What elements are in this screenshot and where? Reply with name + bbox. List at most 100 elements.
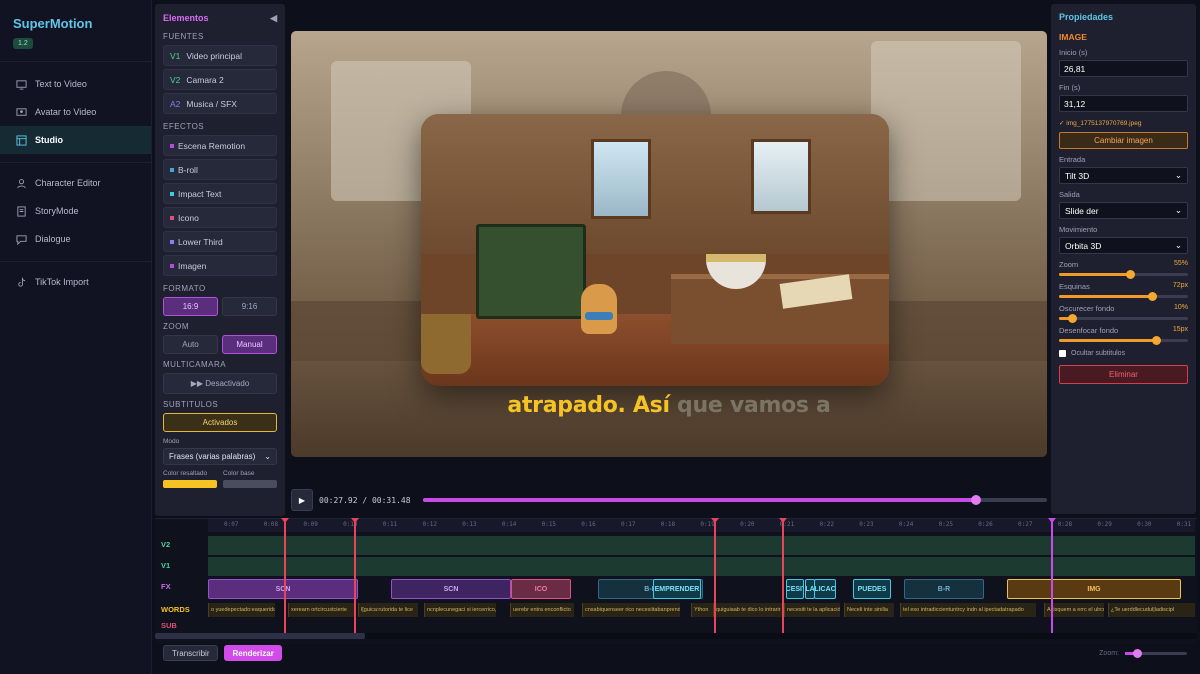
word-chip[interactable]: Asisquem a errc el ulrculo [1044, 603, 1104, 617]
effect-lower-third[interactable]: Lower Third [163, 231, 277, 252]
slider-handle[interactable] [1147, 292, 1157, 301]
fx-clip[interactable]: B-R [904, 579, 984, 599]
nav-item-storymode[interactable]: StoryMode [0, 197, 151, 225]
playhead-handle[interactable] [971, 495, 982, 505]
nav-item-avatar-to-video[interactable]: Avatar to Video [0, 98, 151, 126]
effect-icono[interactable]: Icono [163, 207, 277, 228]
slider-label: Zoom [1059, 260, 1079, 269]
nav-item-dialogue[interactable]: Dialogue [0, 225, 151, 253]
checkbox-box[interactable] [1059, 350, 1066, 357]
slider-handle[interactable] [1125, 270, 1135, 279]
lane-label-fx: FX [161, 582, 171, 591]
zoom-auto-button[interactable]: Auto [163, 335, 218, 354]
inicio-input[interactable]: 26,81 [1059, 60, 1188, 77]
fx-clip[interactable]: PUEDES [853, 579, 891, 599]
source-v2[interactable]: V2 Camara 2 [163, 69, 277, 90]
timeline-scrollbar[interactable] [155, 633, 1197, 639]
marker-handle-icon[interactable] [779, 518, 787, 523]
scrollbar-thumb[interactable] [155, 633, 365, 639]
effect-escena-remotion[interactable]: Escena Remotion [163, 135, 277, 156]
effect-impact-text[interactable]: Impact Text [163, 183, 277, 204]
word-chip[interactable]: ncnplecunegaci si iercerrico, [424, 603, 496, 617]
marker-handle-icon[interactable] [351, 518, 359, 523]
cut-marker[interactable] [711, 518, 719, 633]
marker-handle-icon[interactable] [711, 518, 719, 523]
playback-scrubber[interactable] [423, 495, 1047, 505]
cut-marker[interactable] [779, 518, 787, 633]
playhead-marker[interactable] [1048, 518, 1056, 633]
nav-item-studio[interactable]: Studio [0, 126, 151, 154]
renderizar-button[interactable]: Renderizar [224, 645, 282, 661]
slider-handle[interactable] [1067, 314, 1077, 323]
source-v1[interactable]: V1 Video principal [163, 45, 277, 66]
timeline-zoom-slider[interactable] [1125, 648, 1187, 658]
delete-button[interactable]: Eliminar [1059, 365, 1188, 384]
multicamara-toggle[interactable]: ▶▶ Desactivado [163, 373, 277, 394]
effect-b-roll[interactable]: B-roll [163, 159, 277, 180]
lane-words[interactable]: o yuedepectado:eaquerido xerearn ortcircu… [208, 603, 1195, 617]
lane-v1[interactable] [208, 557, 1195, 576]
zoom-slider[interactable] [1059, 270, 1188, 279]
word-chip[interactable]: ¿Te uerddlecudul|ladiscipl [1108, 603, 1195, 617]
marker-handle-icon[interactable] [281, 518, 289, 523]
oscurecer-fondo-slider[interactable] [1059, 314, 1188, 323]
marker-handle-icon[interactable] [1048, 518, 1056, 523]
word-chip[interactable]: tel eso intradiccientuntrcy indn al ipec… [900, 603, 1036, 617]
fx-clip[interactable]: SCN [208, 579, 358, 599]
color-resaltado-swatch[interactable] [163, 480, 217, 488]
change-image-button[interactable]: Cambiar imagen [1059, 132, 1188, 149]
salida-select[interactable]: Slide der ⌄ [1059, 202, 1188, 219]
fx-clip[interactable]: EMPRENDER [653, 579, 701, 599]
entrada-select[interactable]: Tilt 3D ⌄ [1059, 167, 1188, 184]
play-button[interactable]: ▶ [291, 489, 313, 511]
cut-marker[interactable] [351, 518, 359, 633]
desenfocar-fondo-slider[interactable] [1059, 336, 1188, 345]
nav-item-text-to-video[interactable]: Text to Video [0, 70, 151, 98]
bottom-bar: Transcribir Renderizar Zoom: [155, 643, 1197, 663]
cut-marker[interactable] [281, 518, 289, 633]
word-chip[interactable]: quiguiaab te dico lo intrarir [713, 603, 789, 617]
word-chip[interactable]: xerearn ortcircustcierte [288, 603, 356, 617]
kitchen-image-overlay[interactable] [421, 114, 889, 386]
word-chip[interactable]: necesiti te la aplicación [784, 603, 840, 617]
chevron-down-icon: ⌄ [264, 452, 271, 461]
fin-input[interactable]: 31,12 [1059, 95, 1188, 112]
nav-item-tiktok-import[interactable]: TikTok Import [0, 268, 151, 296]
lane-fx[interactable]: SCNSCNICOB-REMPRENDERICESITLALICACPUEDES… [208, 578, 1195, 600]
lane-sub[interactable] [208, 619, 1195, 631]
format-16-9-button[interactable]: 16:9 [163, 297, 218, 316]
esquinas-slider[interactable] [1059, 292, 1188, 301]
slider-label: Desenfocar fondo [1059, 326, 1119, 335]
slider-handle[interactable] [1151, 336, 1161, 345]
nav-item-character-editor[interactable]: Character Editor [0, 169, 151, 197]
effect-imagen[interactable]: Imagen [163, 255, 277, 276]
color-base-swatch[interactable] [223, 480, 277, 488]
format-9-16-button[interactable]: 9:16 [222, 297, 277, 316]
transcribir-button[interactable]: Transcribir [163, 645, 219, 661]
effect-swatch-icon [170, 239, 174, 244]
zoom-manual-button[interactable]: Manual [222, 335, 277, 354]
source-a2[interactable]: A2 Musica / SFX [163, 93, 277, 114]
nav-item-label: Text to Video [35, 79, 87, 89]
fx-clip[interactable]: ICO [511, 579, 571, 599]
modo-select[interactable]: Frases (varias palabras) ⌄ [163, 448, 277, 465]
timecode: 00:27.92 / 00:31.48 [319, 495, 411, 505]
word-chip[interactable]: cnsabiquenseer rico necesiitabanprende [582, 603, 680, 617]
fx-clip[interactable]: LICAC [814, 579, 836, 599]
word-chip[interactable]: Ython [691, 603, 713, 617]
word-chip[interactable]: l[guica:rutorida te lice [358, 603, 418, 617]
movimiento-select[interactable]: Orbita 3D ⌄ [1059, 237, 1188, 254]
subtitulos-toggle[interactable]: Activados [163, 413, 277, 432]
slider-handle[interactable] [1133, 648, 1143, 658]
book-icon [15, 205, 27, 217]
hide-subtitles-checkbox[interactable]: Ocultar subtitulos [1059, 350, 1188, 357]
collapse-icon[interactable]: ◀ [270, 13, 277, 24]
slider-fill [1059, 273, 1130, 276]
word-chip[interactable]: Neceli inte sinilla [844, 603, 894, 617]
lane-v2[interactable] [208, 536, 1195, 555]
word-chip[interactable]: uerebr entra enconflicto [510, 603, 574, 617]
fx-clip[interactable]: ICESIT [786, 579, 804, 599]
word-chip[interactable]: o yuedepectado:eaquerido [208, 603, 275, 617]
fx-clip[interactable]: IMG [1007, 579, 1181, 599]
fx-clip[interactable]: SCN [391, 579, 511, 599]
